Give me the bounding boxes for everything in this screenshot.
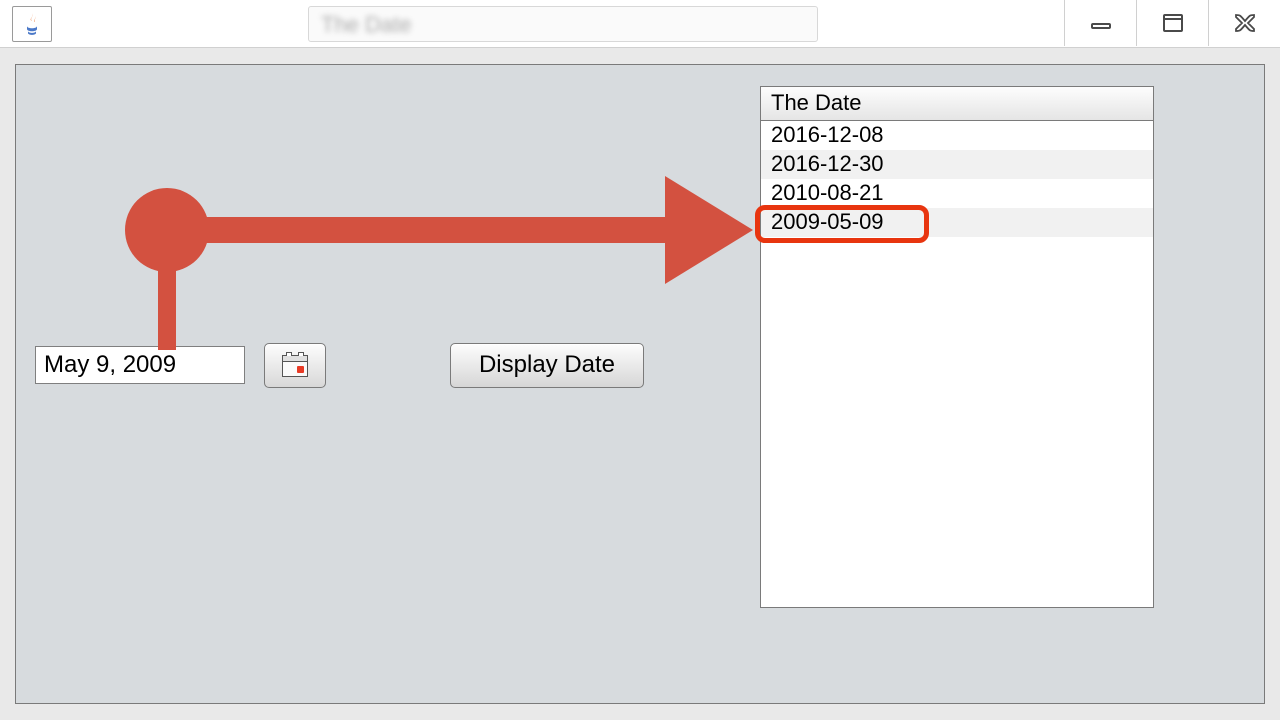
java-cup-icon xyxy=(22,12,42,36)
date-cell: 2016-12-30 xyxy=(771,151,884,176)
date-cell: 2009-05-09 xyxy=(771,209,884,234)
date-cell: 2016-12-08 xyxy=(771,122,884,147)
date-cell: 2010-08-21 xyxy=(771,180,884,205)
close-icon xyxy=(1231,12,1259,34)
title-bar-caption: The Date xyxy=(321,12,412,38)
table-row[interactable]: 2016-12-30 xyxy=(761,150,1153,179)
minimize-button[interactable] xyxy=(1064,0,1136,46)
divider xyxy=(0,47,1280,48)
title-bar: The Date xyxy=(0,0,1280,48)
date-input-value: May 9, 2009 xyxy=(44,351,176,378)
maximize-icon xyxy=(1158,12,1188,34)
close-button[interactable] xyxy=(1208,0,1280,46)
display-date-button[interactable]: Display Date xyxy=(450,343,644,388)
display-date-button-label: Display Date xyxy=(479,351,615,378)
date-table-header: The Date xyxy=(761,87,1153,121)
window-controls xyxy=(1064,0,1280,46)
minimize-icon xyxy=(1086,15,1116,31)
calendar-picker-button[interactable] xyxy=(264,343,326,388)
table-row[interactable]: 2016-12-08 xyxy=(761,121,1153,150)
date-input[interactable]: May 9, 2009 xyxy=(35,346,245,384)
title-bar-caption-area: The Date xyxy=(308,6,818,42)
date-table-header-label: The Date xyxy=(771,90,862,115)
java-app-icon xyxy=(12,6,52,42)
maximize-button[interactable] xyxy=(1136,0,1208,46)
table-row[interactable]: 2010-08-21 xyxy=(761,179,1153,208)
table-row[interactable]: 2009-05-09 xyxy=(761,208,1153,237)
date-table: The Date 2016-12-08 2016-12-30 2010-08-2… xyxy=(760,86,1154,608)
calendar-icon xyxy=(282,355,308,377)
